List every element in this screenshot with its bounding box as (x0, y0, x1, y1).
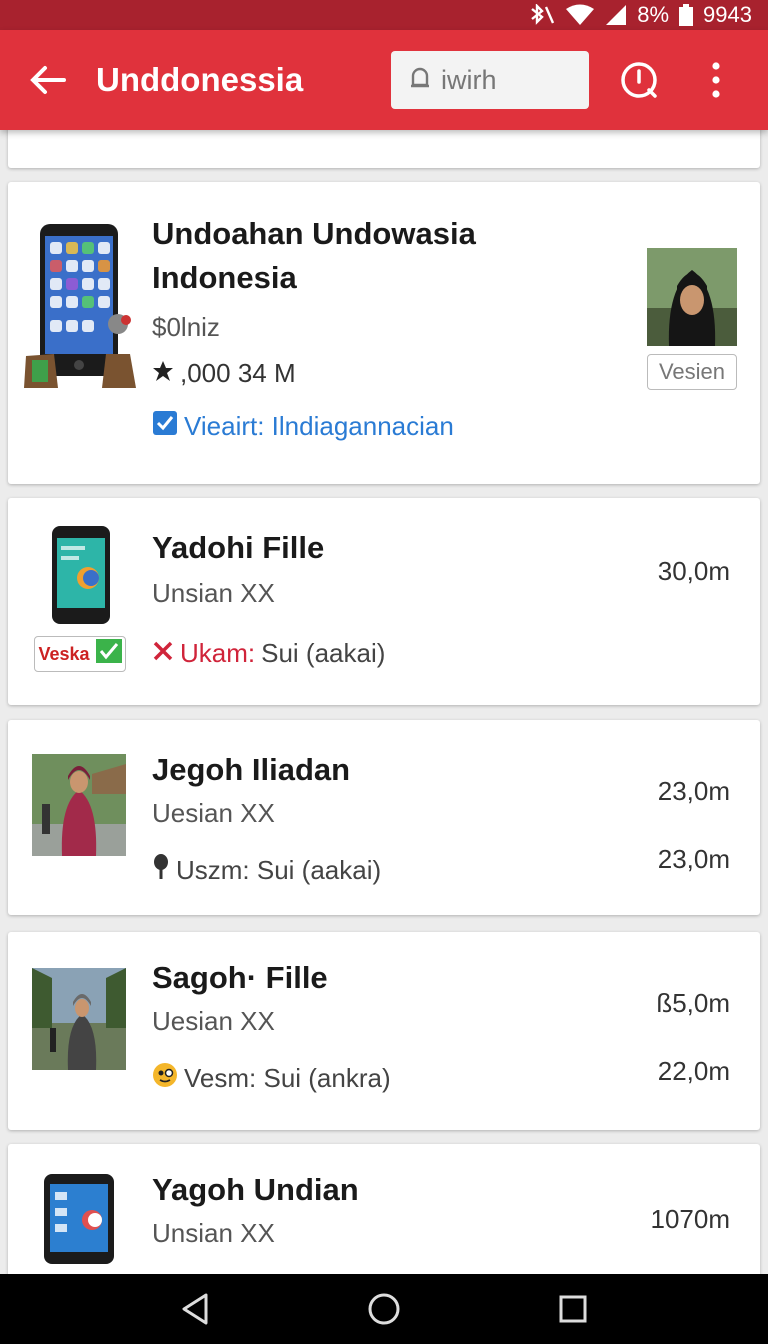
item-subtitle: Uesian XX (152, 1006, 275, 1036)
more-vertical-icon (712, 62, 720, 98)
item-value-secondary: 23,0m (657, 844, 730, 874)
badge-label: Veska (38, 643, 90, 664)
item-title: Yagoh Undian (152, 1172, 359, 1207)
item-title-line2: Indonesia (152, 260, 297, 295)
list-item[interactable]: Jegoh Iliadan Uesian XX Uszm: Sui (aakai… (8, 720, 760, 915)
item-title: Jegoh Iliadan (152, 752, 351, 787)
item-subtitle: Unsian XX (152, 1218, 275, 1248)
signal-icon (605, 4, 627, 26)
item-status-row: Uszm: Sui (aakai) (152, 854, 381, 887)
item-status: Vesm: Sui (ankra) (184, 1063, 391, 1093)
person-thumbnail (32, 968, 126, 1070)
more-options-button[interactable] (685, 30, 747, 130)
help-circle-icon (621, 62, 657, 98)
arrow-left-icon (30, 66, 66, 94)
item-value: 1070m (650, 1204, 731, 1234)
person-thumbnail (32, 754, 126, 856)
square-recents-icon (559, 1295, 587, 1323)
item-subtitle: Uesian XX (152, 798, 275, 828)
item-price: $0lniz (152, 312, 220, 342)
close-x-icon (152, 638, 174, 669)
system-nav-bar (0, 1274, 768, 1344)
wifi-icon (565, 4, 595, 26)
nav-recents-button[interactable] (543, 1279, 603, 1339)
nav-back-button[interactable] (165, 1279, 225, 1339)
search-input[interactable]: iwirh (391, 51, 589, 109)
item-value: ß5,0m (656, 988, 730, 1018)
bell-icon (411, 67, 429, 88)
circle-home-icon (368, 1293, 400, 1325)
list-item[interactable]: Undoahan Undowasia Indonesia $0lniz ,000… (8, 182, 760, 484)
item-count: ,000 34 M (180, 358, 296, 388)
item-count-row: ,000 34 M (152, 358, 296, 389)
item-value: 23,0m (657, 776, 730, 806)
item-title: Yadohi Fille (152, 530, 325, 565)
checkbox-checked-icon (152, 410, 178, 443)
phone-thumbnail (44, 1174, 114, 1264)
check-badge-icon (95, 639, 122, 669)
item-status: Uszm: Sui (aakai) (176, 855, 382, 885)
status-value: Sui (aakai) (261, 638, 386, 668)
status-label: Ukam: (180, 638, 256, 668)
item-status-row: Vesm: Sui (ankra) (152, 1062, 391, 1095)
item-status-row: Ukam: Sui (aakai) (152, 638, 385, 669)
list-item[interactable]: Sagoh· Fille Uesian XX Vesm: Sui (ankra)… (8, 932, 760, 1130)
app-bar: Unddonessia iwirh (0, 30, 768, 130)
item-value-secondary: 22,0m (657, 1056, 730, 1086)
emoji-icon (152, 1062, 178, 1095)
item-title: Undoahan Undowasia (152, 216, 476, 251)
item-subtitle: Unsian XX (152, 578, 275, 608)
app-title: Unddonessia (96, 61, 304, 98)
item-title: Sagoh· Fille (152, 960, 328, 995)
bluetooth-icon (529, 4, 555, 26)
back-button[interactable] (0, 30, 96, 130)
battery-percent: 8% (637, 2, 670, 27)
item-value: 30,0m (657, 556, 730, 586)
clock: 9943 (703, 2, 752, 27)
phone-thumbnail (52, 526, 110, 624)
list-item[interactable]: Yagoh Undian Unsian XX 1070m (8, 1144, 760, 1274)
star-burst-icon (152, 358, 174, 389)
result-list[interactable]: Undoahan Undowasia Indonesia $0lniz ,000… (0, 130, 768, 1274)
search-placeholder: iwirh (441, 64, 497, 95)
phone-thumbnail (22, 220, 140, 390)
item-status: Vieairt: Ilndiagannacian (184, 411, 454, 441)
pin-icon (152, 854, 170, 887)
status-bar: 8% 9943 (0, 0, 768, 30)
item-status-row: Vieairt: Ilndiagannacian (152, 410, 454, 443)
version-tag[interactable]: Vesien (647, 354, 737, 390)
app-badge: Veska (34, 636, 126, 672)
list-item-partial[interactable] (8, 130, 760, 168)
person-thumbnail (647, 248, 737, 346)
battery-icon (679, 4, 694, 26)
nav-home-button[interactable] (354, 1279, 414, 1339)
triangle-back-icon (182, 1293, 208, 1325)
help-button[interactable] (593, 30, 685, 130)
list-item[interactable]: Veska Yadohi Fille Unsian XX Ukam: Sui (… (8, 498, 760, 705)
